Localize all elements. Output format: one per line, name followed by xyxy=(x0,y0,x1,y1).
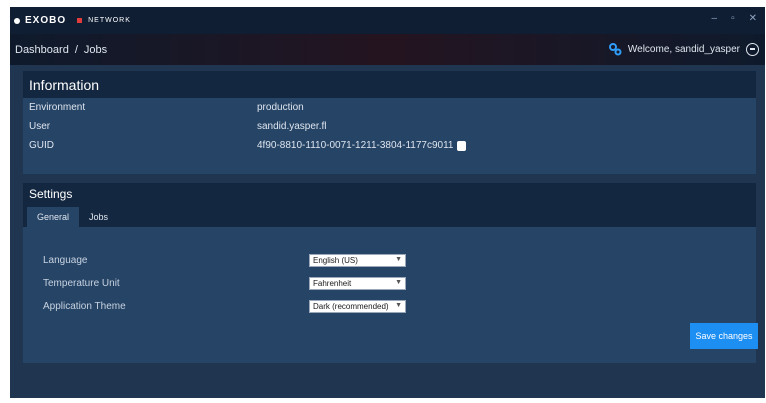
information-panel: Information Environment production User … xyxy=(23,71,756,174)
chevron-down-icon: ▼ xyxy=(395,256,402,263)
maximize-button[interactable]: ▫ xyxy=(731,13,735,24)
field-label: Application Theme xyxy=(43,301,126,312)
app-window: EXOBO NETWORK – ▫ ✕ Dashboard / Jobs Wel… xyxy=(10,7,765,398)
select-value: English (US) xyxy=(313,256,358,265)
logo-badge-icon xyxy=(77,18,83,23)
form-row-theme: Application Theme Dark (recommended) ▼ xyxy=(43,300,406,313)
copy-icon[interactable] xyxy=(457,140,467,151)
logo-text: EXOBO xyxy=(25,15,67,26)
tab-jobs[interactable]: Jobs xyxy=(79,207,118,227)
info-value: sandid.yasper.fl xyxy=(257,121,327,132)
chevron-down-icon: ▼ xyxy=(395,302,402,309)
info-row-user: User sandid.yasper.fl xyxy=(23,117,756,136)
info-value-wrap: 4f90-8810-1110-0071-1211-3804-1177c9011 xyxy=(257,140,467,151)
theme-select[interactable]: Dark (recommended) ▼ xyxy=(309,300,406,313)
form-row-temperature: Temperature Unit Fahrenheit ▼ xyxy=(43,277,406,290)
breadcrumb-jobs[interactable]: Jobs xyxy=(84,44,107,56)
guid-value: 4f90-8810-1110-0071-1211-3804-1177c9011 xyxy=(257,140,454,151)
window-controls: – ▫ ✕ xyxy=(712,13,758,24)
temperature-unit-select[interactable]: Fahrenheit ▼ xyxy=(309,277,406,290)
information-title: Information xyxy=(23,71,756,98)
user-area: Welcome, sandid_yasper xyxy=(608,42,759,56)
close-button[interactable]: ✕ xyxy=(749,13,757,24)
select-value: Fahrenheit xyxy=(313,279,352,288)
select-value: Dark (recommended) xyxy=(313,302,389,311)
chevron-down-icon: ▼ xyxy=(395,279,402,286)
logout-icon[interactable] xyxy=(746,42,759,56)
logo-dot-icon xyxy=(14,17,20,24)
info-label: User xyxy=(29,121,51,132)
gear-icon[interactable] xyxy=(608,42,622,56)
language-select[interactable]: English (US) ▼ xyxy=(309,254,406,267)
settings-panel: Settings General Jobs Language English (… xyxy=(23,183,758,363)
breadcrumb-separator: / xyxy=(74,43,78,56)
welcome-text: Welcome, sandid_yasper xyxy=(627,43,740,55)
save-changes-button[interactable]: Save changes xyxy=(690,323,758,349)
breadcrumb-dashboard[interactable]: Dashboard xyxy=(15,44,69,56)
field-label: Language xyxy=(43,255,88,266)
minimize-button[interactable]: – xyxy=(712,13,718,24)
settings-title: Settings xyxy=(23,183,756,205)
info-row-environment: Environment production xyxy=(23,98,756,117)
logo-subtext: NETWORK xyxy=(88,17,131,24)
tab-general[interactable]: General xyxy=(27,207,80,227)
info-label: GUID xyxy=(29,140,54,151)
settings-tabs: General Jobs xyxy=(23,205,756,227)
top-navigation: Dashboard / Jobs Welcome, sandid_yasper xyxy=(10,34,765,65)
field-label: Temperature Unit xyxy=(43,278,120,289)
info-row-guid: GUID 4f90-8810-1110-0071-1211-3804-1177c… xyxy=(23,136,756,155)
title-bar: EXOBO NETWORK – ▫ ✕ xyxy=(10,7,765,34)
form-row-language: Language English (US) ▼ xyxy=(43,254,406,267)
app-logo: EXOBO NETWORK xyxy=(14,15,131,26)
info-value: production xyxy=(257,102,304,113)
info-label: Environment xyxy=(29,102,86,113)
